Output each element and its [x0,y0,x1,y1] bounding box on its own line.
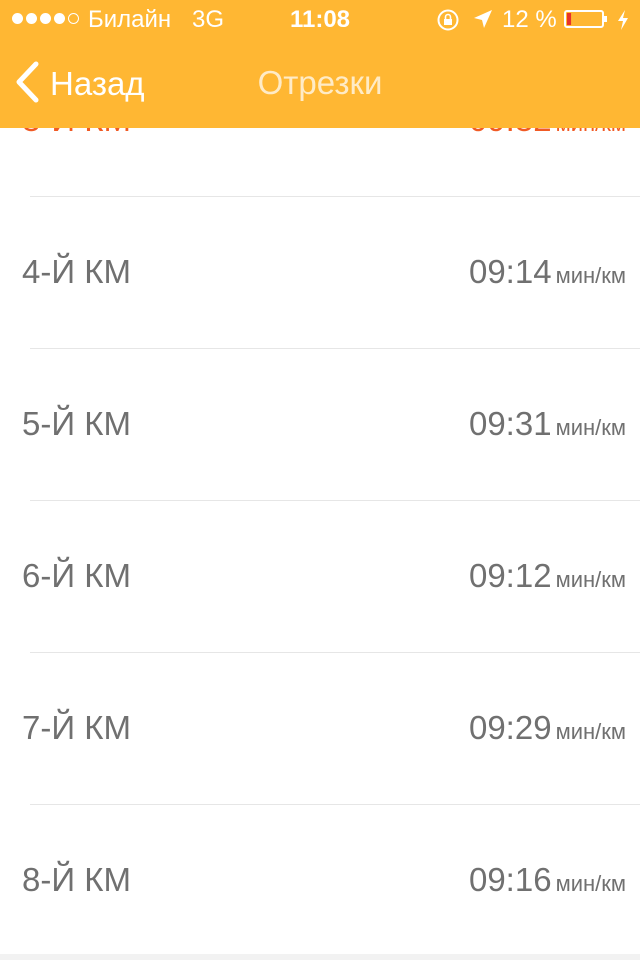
segment-pace: 09:14 мин/км [469,252,626,299]
battery-percentage: 12 % [502,6,557,33]
segment-row: 5-Й КМ 09:31 мин/км [0,348,640,500]
segment-label: 4-Й КМ [22,253,131,290]
pace-value: 09:16 [468,861,552,898]
pace-unit: мин/км [555,567,626,592]
segment-row: 7-Й КМ 09:29 мин/км [0,652,640,804]
segment-pace: 09:29 мин/км [469,708,626,755]
charging-bolt-icon [616,9,630,36]
segment-label: 5-Й КМ [22,405,131,442]
pace-value: 09:29 [468,709,552,746]
segment-row: 6-Й КМ 09:12 мин/км [0,500,640,652]
list-bottom-edge [0,954,640,960]
pace-value: 09:31 [468,405,552,442]
segment-pace: 09:16 мин/км [469,860,626,907]
navigation-bar: Назад Отрезки [0,40,640,128]
pace-value: 09:12 [468,557,552,594]
segment-row: 4-Й КМ 09:14 мин/км [0,196,640,348]
segment-label: 8-Й КМ [22,861,131,898]
pace-unit: мин/км [555,263,626,288]
pace-unit: мин/км [555,871,626,896]
segment-label: 7-Й КМ [22,709,131,746]
segment-pace: 09:31 мин/км [469,404,626,451]
pace-unit: мин/км [555,719,626,744]
segment-pace: 09:12 мин/км [469,556,626,603]
pace-value: 09:14 [468,253,552,290]
page-title: Отрезки [257,64,383,101]
battery-icon [564,10,608,28]
segments-list[interactable]: 3-Й КМ 09:32мин/км 4-Й КМ 09:14мин/км 5-… [0,0,640,960]
status-bar: Билайн 3G 11:08 12 % [0,0,640,40]
segment-label: 6-Й КМ [22,557,131,594]
pace-unit: мин/км [555,415,626,440]
location-arrow-icon [472,8,494,35]
rotation-lock-icon [436,8,460,37]
segment-row: 8-Й КМ 09:16 мин/км [0,804,640,956]
